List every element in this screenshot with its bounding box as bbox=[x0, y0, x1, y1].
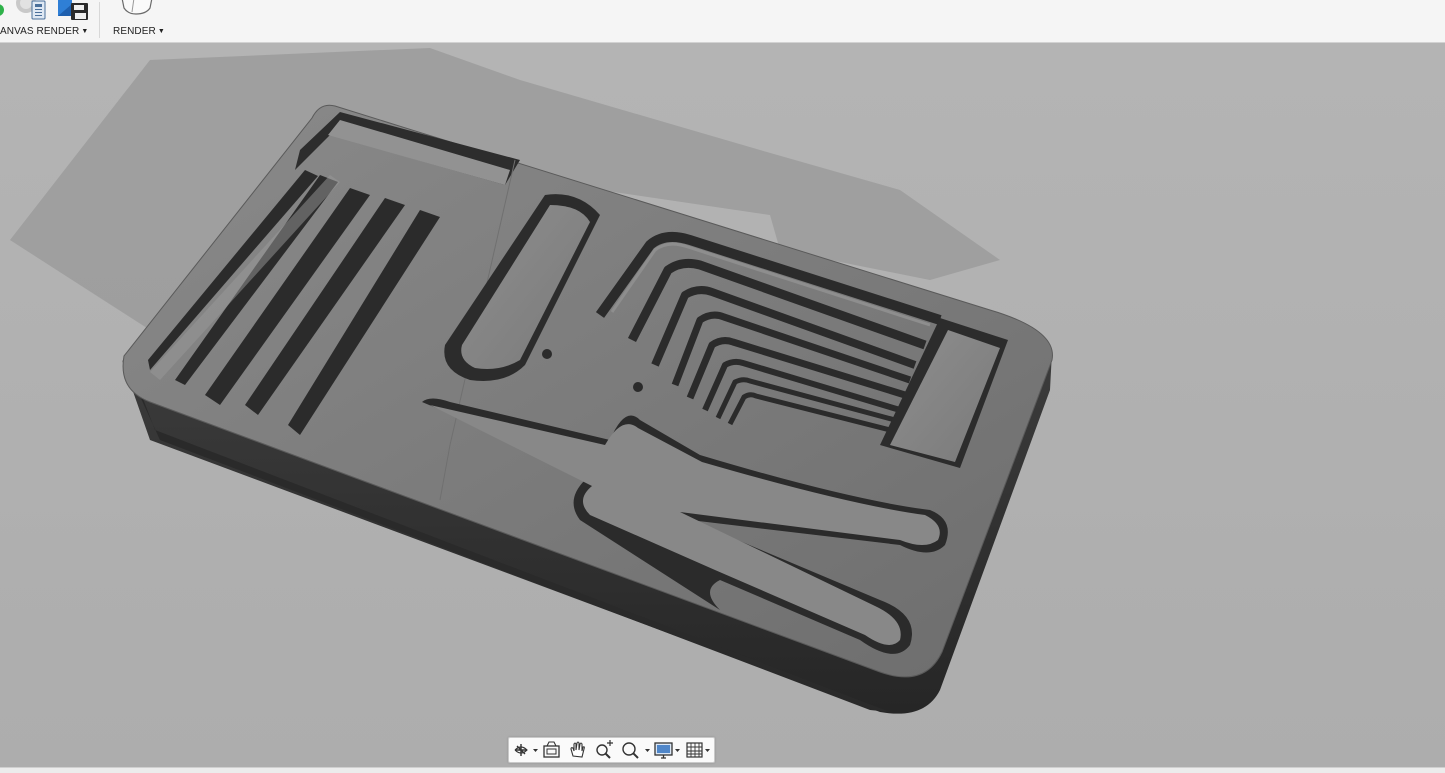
save-image-icon[interactable] bbox=[58, 0, 90, 22]
canvas-render-menu[interactable]: ANVAS RENDER ▼ bbox=[0, 26, 88, 37]
orbit-icon[interactable] bbox=[511, 740, 539, 760]
green-status-icon[interactable] bbox=[0, 0, 6, 18]
zoom-icon[interactable] bbox=[593, 740, 615, 760]
hole-right bbox=[633, 382, 643, 392]
canvas-render-label: ANVAS RENDER bbox=[0, 26, 80, 37]
render-menu[interactable]: RENDER ▼ bbox=[113, 26, 165, 37]
status-bar bbox=[0, 767, 1445, 773]
tray-model bbox=[10, 48, 1053, 714]
fit-icon[interactable] bbox=[619, 740, 651, 760]
render-label: RENDER bbox=[113, 26, 156, 37]
chevron-down-icon: ▼ bbox=[157, 28, 165, 35]
render-icon[interactable] bbox=[118, 0, 158, 18]
toolbar-divider bbox=[99, 2, 100, 38]
display-settings-icon[interactable] bbox=[653, 740, 683, 760]
hole-left bbox=[542, 349, 552, 359]
look-at-icon[interactable] bbox=[541, 740, 563, 760]
pan-icon[interactable] bbox=[567, 740, 589, 760]
chevron-down-icon: ▼ bbox=[81, 28, 89, 35]
grid-settings-icon[interactable] bbox=[685, 740, 713, 760]
navigation-bar bbox=[508, 737, 715, 763]
render-gallery-icon[interactable] bbox=[14, 0, 48, 22]
viewport-canvas[interactable] bbox=[0, 43, 1445, 767]
toolbar: ANVAS RENDER ▼ RENDER ▼ bbox=[0, 0, 1445, 43]
